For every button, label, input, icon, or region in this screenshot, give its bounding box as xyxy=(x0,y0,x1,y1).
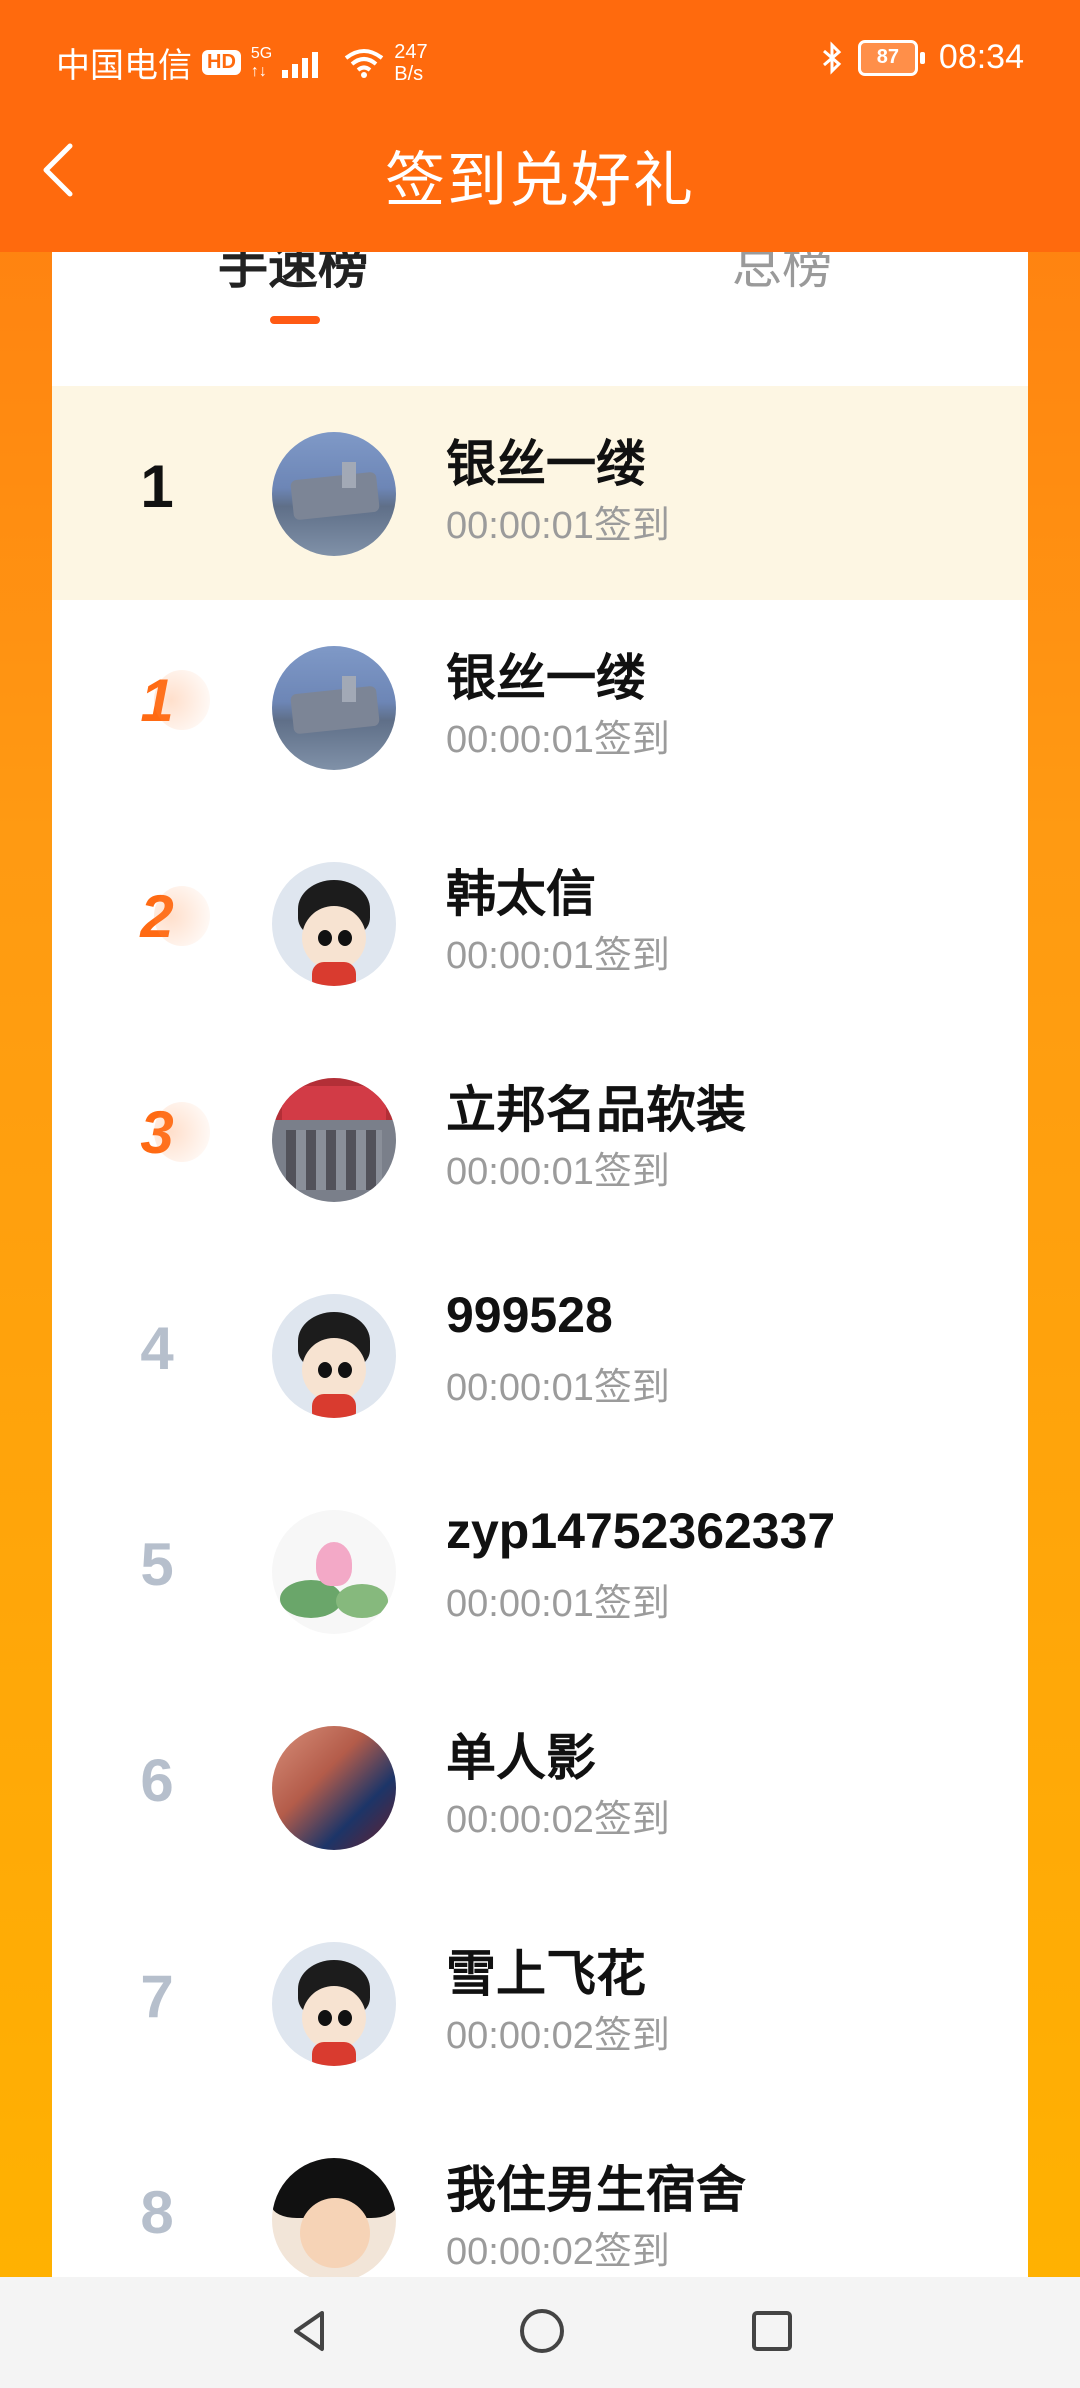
rank-badge: 1 xyxy=(112,666,210,746)
user-name: zyp14752362337 xyxy=(446,1503,836,1559)
header-bar: 中国电信 HD 5G ↑↓ 247 B/s 87 08:34 签到兑好礼 xyxy=(0,0,1080,252)
list-item[interactable]: 3 立邦名品软装 00:00:01签到 xyxy=(52,1032,1028,1248)
user-name: 雪上飞花 xyxy=(446,1946,646,2002)
network-type: 5G ↑↓ xyxy=(251,45,272,81)
cartoon-girl-avatar-icon xyxy=(272,862,396,986)
nav-home-icon[interactable] xyxy=(514,2303,570,2359)
my-rank-row[interactable]: 1 银丝一缕 00:00:01签到 xyxy=(52,386,1028,600)
battery-icon: 87 xyxy=(857,39,925,76)
active-tab-indicator xyxy=(270,316,320,324)
checkin-time: 00:00:02签到 xyxy=(446,1799,670,1841)
hd-icon: HD xyxy=(202,50,241,75)
rank-badge: 3 xyxy=(112,1098,210,1178)
nav-recent-apps-icon[interactable] xyxy=(744,2303,800,2359)
user-name: 单人影 xyxy=(446,1730,596,1786)
tab-total-rank[interactable]: 总榜 xyxy=(732,252,832,298)
status-bar: 中国电信 HD 5G ↑↓ 247 B/s 87 08:34 xyxy=(0,0,1080,120)
rank-number: 8 xyxy=(140,2179,174,2246)
checkin-time: 00:00:02签到 xyxy=(446,2015,670,2057)
page-title: 签到兑好礼 xyxy=(385,147,695,214)
speed-unit: B/s xyxy=(394,62,424,85)
user-name: 立邦名品软装 xyxy=(446,1082,746,1138)
checkin-time: 00:00:01签到 xyxy=(446,1367,670,1409)
carrier-label: 中国电信 xyxy=(56,47,192,85)
rank-number: 7 xyxy=(140,1963,174,2030)
list-item[interactable]: 6 单人影 00:00:02签到 xyxy=(52,1680,1028,1896)
cartoon-girl-avatar-icon xyxy=(272,1942,396,2066)
user-name: 银丝一缕 xyxy=(446,650,646,706)
user-name: 韩太信 xyxy=(446,866,596,922)
warship-avatar-icon xyxy=(272,646,396,770)
status-right: 87 08:34 xyxy=(820,38,1024,77)
status-left: 中国电信 HD 5G ↑↓ 247 B/s xyxy=(56,38,428,87)
wifi-icon xyxy=(345,48,384,78)
lotus-avatar-icon xyxy=(272,1510,396,1634)
network-label: 5G xyxy=(250,44,273,62)
ranking-list: 1 银丝一缕 00:00:01签到 2 韩太信 00:00:01签到 3 立邦名… xyxy=(52,600,1028,2277)
my-checkin-time: 00:00:01签到 xyxy=(446,505,670,547)
checkin-time: 00:00:01签到 xyxy=(446,1583,670,1625)
tab-speed-rank[interactable]: 手速榜 xyxy=(218,252,368,298)
battery-level: 87 xyxy=(857,39,918,76)
network-arrows: ↑↓ xyxy=(250,62,267,80)
system-nav-bar xyxy=(0,2277,1080,2388)
checkin-time: 00:00:01签到 xyxy=(446,1151,670,1193)
checkin-time: 00:00:02签到 xyxy=(446,2231,670,2273)
list-item[interactable]: 1 银丝一缕 00:00:01签到 xyxy=(52,600,1028,816)
warship-avatar-icon xyxy=(272,432,396,556)
checkin-time: 00:00:01签到 xyxy=(446,719,670,761)
speed-value: 247 xyxy=(394,40,428,63)
list-item[interactable]: 5 zyp14752362337 00:00:01签到 xyxy=(52,1464,1028,1680)
football-player-avatar-icon xyxy=(272,1726,396,1850)
cartoon-girl-avatar-icon xyxy=(272,1294,396,1418)
my-rank-number: 1 xyxy=(140,453,174,520)
rank-number: 4 xyxy=(140,1315,174,1382)
signal-icon xyxy=(282,48,334,78)
ranking-card: 手速榜 总榜 1 银丝一缕 00:00:01签到 1 银丝一缕 00:00:01… xyxy=(52,252,1028,2277)
storefront-avatar-icon xyxy=(272,1078,396,1202)
rank-number: 5 xyxy=(140,1531,174,1598)
clock: 08:34 xyxy=(938,38,1024,76)
user-name: 我住男生宿舍 xyxy=(446,2162,746,2218)
rank-badge: 2 xyxy=(112,882,210,962)
bluetooth-icon xyxy=(822,40,842,75)
baby-avatar-icon xyxy=(272,2158,396,2277)
list-item[interactable]: 7 雪上飞花 00:00:02签到 xyxy=(52,1896,1028,2112)
nav-back-icon[interactable] xyxy=(282,2303,338,2359)
list-item[interactable]: 4 999528 00:00:01签到 xyxy=(52,1248,1028,1464)
list-item[interactable]: 2 韩太信 00:00:01签到 xyxy=(52,816,1028,1032)
checkin-time: 00:00:01签到 xyxy=(446,935,670,977)
list-item[interactable]: 8 我住男生宿舍 00:00:02签到 xyxy=(52,2112,1028,2277)
network-speed: 247 B/s xyxy=(394,41,427,85)
my-user-name: 银丝一缕 xyxy=(446,436,646,492)
user-name: 999528 xyxy=(446,1287,613,1343)
rank-number: 6 xyxy=(140,1747,174,1814)
ranking-tabs: 手速榜 总榜 xyxy=(52,252,1028,372)
